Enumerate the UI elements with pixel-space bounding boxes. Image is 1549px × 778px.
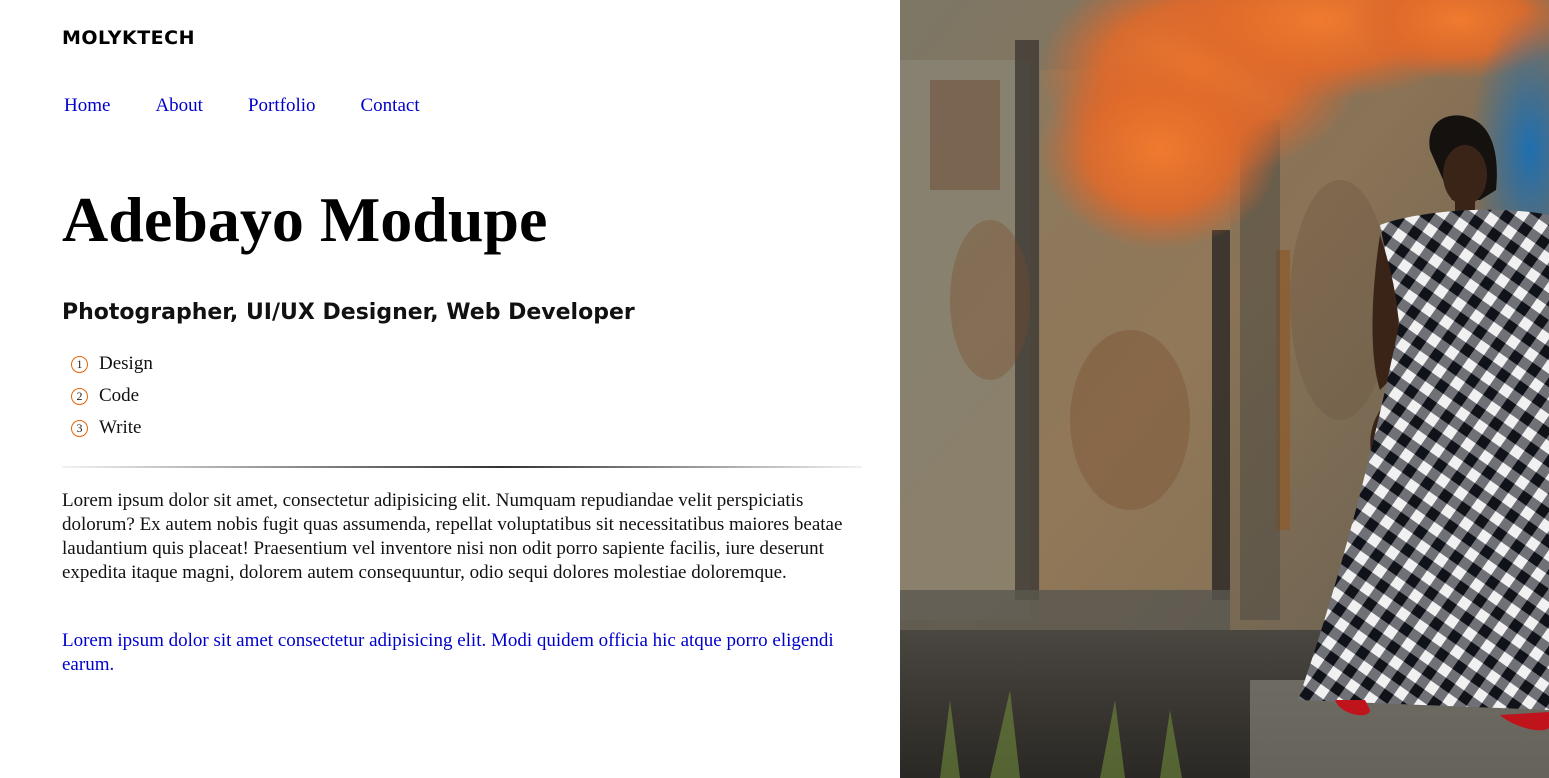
hero-subtitle: Photographer, UI/UX Designer, Web Develo… <box>62 300 635 325</box>
skill-item: 2 Code <box>71 380 153 412</box>
numbered-circle-icon: 3 <box>71 419 88 437</box>
skill-label: Code <box>99 385 140 406</box>
numbered-circle-icon: 1 <box>71 355 88 373</box>
skill-item: 3 Write <box>71 412 153 444</box>
bio-link[interactable]: Lorem ipsum dolor sit amet consectetur a… <box>62 629 852 677</box>
hero-photo <box>900 0 1549 778</box>
nav-link-home[interactable]: Home <box>64 95 110 117</box>
bio-paragraph: Lorem ipsum dolor sit amet, consectetur … <box>62 490 843 583</box>
skill-label: Design <box>99 353 153 374</box>
hero-title: Adebayo Modupe <box>62 184 548 255</box>
nav-link-about[interactable]: About <box>155 95 203 117</box>
numbered-circle-icon: 2 <box>71 387 88 405</box>
section-divider <box>62 466 862 468</box>
skills-list: 1 Design 2 Code 3 Write <box>71 348 153 444</box>
nav-link-portfolio[interactable]: Portfolio <box>248 95 316 117</box>
skill-label: Write <box>99 417 142 438</box>
main-nav: Home About Portfolio Contact <box>64 95 465 117</box>
nav-link-contact[interactable]: Contact <box>361 95 420 117</box>
hero-photo-illustration <box>900 0 1549 778</box>
brand-logo[interactable]: MOLYKTECH <box>62 27 195 49</box>
main-content: MOLYKTECH Home About Portfolio Contact A… <box>0 0 900 778</box>
skill-item: 1 Design <box>71 348 153 380</box>
